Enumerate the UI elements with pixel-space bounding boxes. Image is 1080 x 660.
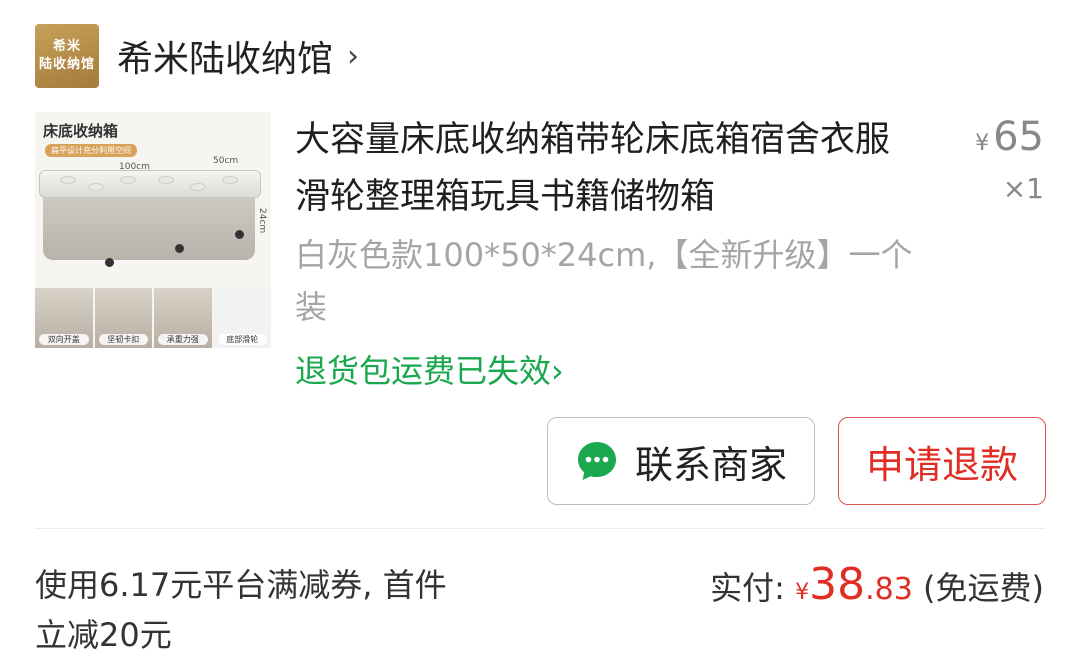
divider <box>35 528 1045 529</box>
contact-seller-button[interactable]: 联系商家 <box>547 417 815 505</box>
feature-thumb: 双向开盖 <box>35 288 93 348</box>
lid-hole <box>60 176 76 184</box>
unit-price: ¥65 <box>975 112 1044 169</box>
wheel-icon <box>175 244 184 253</box>
request-refund-button[interactable]: 申请退款 <box>838 417 1046 505</box>
wheel-icon <box>235 230 244 239</box>
order-item-card: 希米 陆收纳馆 希米陆收纳馆 › 床底收纳箱 扁平设计充分利用空间 100cm … <box>0 0 1080 654</box>
image-caption-subtitle: 扁平设计充分利用空间 <box>45 144 137 157</box>
contact-seller-label: 联系商家 <box>634 442 787 487</box>
product-title[interactable]: 大容量床底收纳箱带轮床底箱宿舍衣服滑轮整理箱玩具书籍储物箱 <box>295 112 915 226</box>
dimension-height-label: 24cm <box>257 208 267 234</box>
feature-thumb: 承重力强 <box>154 288 212 348</box>
dimension-width-label: 50cm <box>213 156 239 166</box>
lid-hole <box>88 183 104 191</box>
currency-symbol: ¥ <box>795 580 810 605</box>
feature-thumb: 坚韧卡扣 <box>94 288 152 348</box>
amount-paid: 实付: ¥38.83 (免运费) <box>710 560 1044 618</box>
amount-paid-label: 实付: <box>710 569 785 607</box>
price-column: ¥65 ×1 <box>975 112 1044 209</box>
chat-bubble-icon <box>577 442 616 480</box>
lid-hole <box>158 176 174 184</box>
shipping-note: (免运费) <box>923 569 1044 607</box>
amount-paid-decimal: .83 <box>865 572 913 607</box>
shop-logo[interactable]: 希米 陆收纳馆 <box>35 24 99 88</box>
feature-thumbnails: 双向开盖 坚韧卡扣 承重力强 底部滑轮 <box>35 288 271 348</box>
chevron-right-icon: › <box>551 352 564 390</box>
lid-hole <box>222 176 238 184</box>
lid-hole <box>120 176 136 184</box>
currency-symbol: ¥ <box>975 131 990 156</box>
amount-paid-integer: 38 <box>809 559 866 610</box>
product-image[interactable]: 床底收纳箱 扁平设计充分利用空间 100cm 50cm 24cm 双向开盖 坚韧… <box>35 112 271 348</box>
image-caption-title: 床底收纳箱 <box>43 122 119 140</box>
unit-price-value: 65 <box>993 114 1044 160</box>
shop-name[interactable]: 希米陆收纳馆 <box>117 30 333 82</box>
product-spec: 白灰色款100*50*24cm,【全新升级】一个装 <box>295 236 913 326</box>
storage-box-lid <box>39 170 261 198</box>
shop-logo-line2: 陆收纳馆 <box>38 57 95 72</box>
lid-hole <box>190 183 206 191</box>
shop-logo-line1: 希米 <box>52 39 81 54</box>
quantity: ×1 <box>1002 172 1044 205</box>
amount-paid-value: ¥38.83 <box>795 560 913 610</box>
wheel-icon <box>105 258 114 267</box>
coupon-info: 使用6.17元平台满减券, 首件立减20元 <box>35 566 447 654</box>
chevron-right-icon[interactable]: › <box>347 39 359 74</box>
feature-thumb: 底部滑轮 <box>213 288 271 348</box>
shop-header[interactable]: 希米 陆收纳馆 希米陆收纳馆 › <box>35 24 359 88</box>
return-notice-text: 退货包运费已失效 <box>295 352 552 390</box>
request-refund-label: 申请退款 <box>865 442 1018 487</box>
return-shipping-notice-link[interactable]: 退货包运费已失效› <box>295 346 564 392</box>
